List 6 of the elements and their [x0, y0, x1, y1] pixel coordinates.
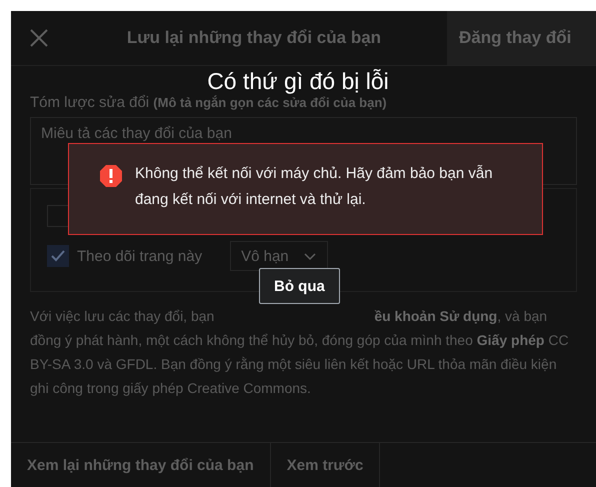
license-text: Với việc lưu các thay đổi, bạn ều khoản Sử dụng, và bạn đồng ý phát hành, một cách không thể hủy bỏ, đóng góp của mình theo Giấy phép CC BY-SA 3.0 và GFDL. Bạn đồng ý rằng một siêu liên kết hoặc URL thỏa mãn điều kiện ghi công trong giấy phép Creative Commons. [30, 307, 570, 398]
dialog-title: Lưu lại những thay đổi của bạn [126, 28, 382, 48]
error-message: Không thể kết nối với máy chủ. Hãy đảm bảo bạn vẫn đang kết nối với internet và thử lại. [135, 164, 494, 210]
checkbox-label: Theo dõi trang này [77, 248, 202, 264]
error-title: Có thứ gì đó bị lỗi [207, 68, 389, 94]
summary-label: Tóm lược sửa đổi (Mô tả ngắn gọn các sửa đổi của bạn) [30, 94, 388, 111]
